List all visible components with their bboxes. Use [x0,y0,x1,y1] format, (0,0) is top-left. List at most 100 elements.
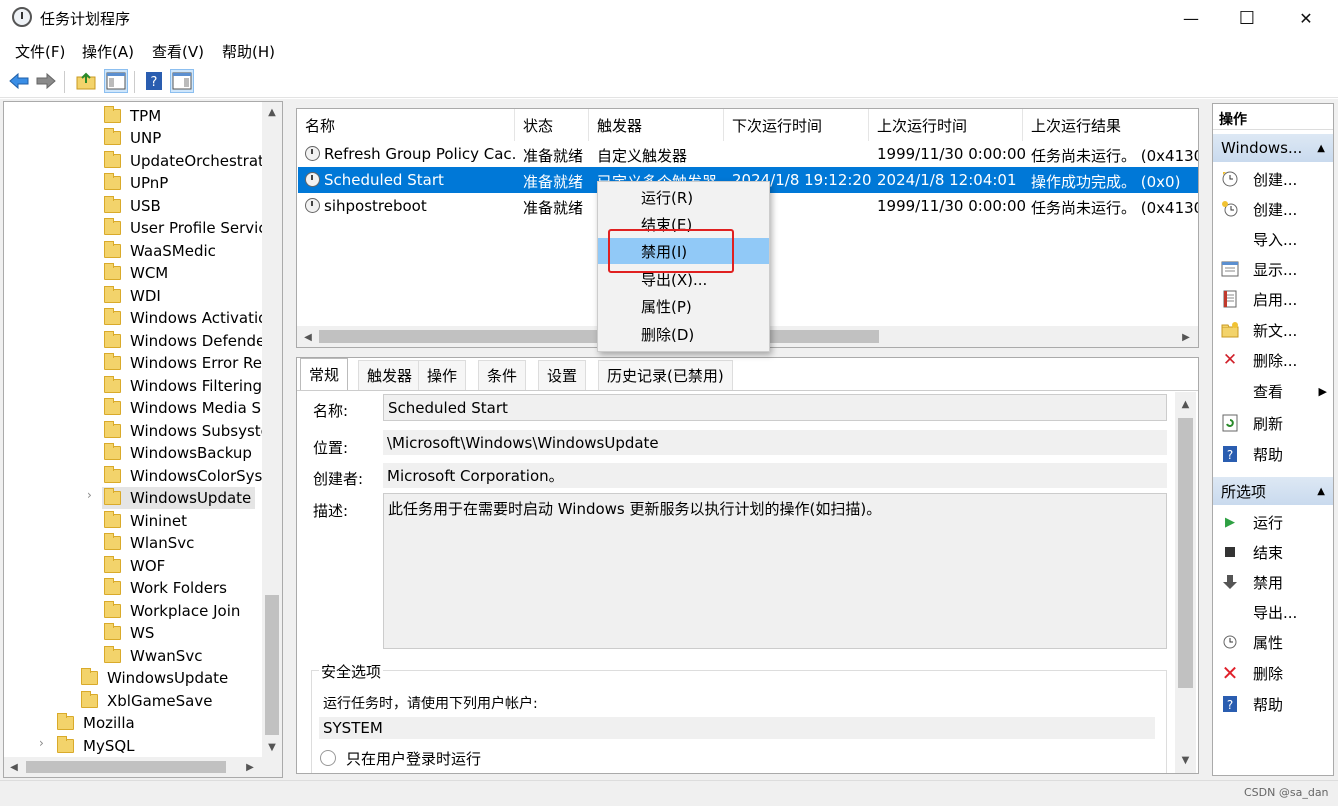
tree-item[interactable]: WindowsColorSystem [104,465,262,487]
menu-action[interactable]: 操作(A) [82,41,134,62]
forward-arrow-icon[interactable] [34,69,58,93]
tree-item-label: Windows Activation [130,309,262,327]
expand-chevron-icon[interactable]: › [87,488,92,502]
tree-item[interactable]: WwanSvc [104,645,202,667]
scroll-thumb[interactable] [1178,418,1193,688]
column-header-last-result[interactable]: 上次运行结果 [1023,109,1198,141]
tree-vertical-scrollbar[interactable]: ▲ ▼ [262,102,282,757]
action-end[interactable]: 结束 [1221,539,1283,565]
action-delete[interactable]: ✕ 删除 [1221,660,1283,686]
action-run[interactable]: ▶ 运行 [1221,509,1283,535]
tree-item[interactable]: Windows Media Sharing [104,397,262,419]
tree-item[interactable]: WOF [104,555,165,577]
tab-history[interactable]: 历史记录(已禁用) [598,360,733,390]
action-pane-icon[interactable] [170,69,194,93]
tree-item[interactable]: Windows Subsystem [104,420,262,442]
tree-item[interactable]: Windows Error Reporting [104,352,262,374]
column-header-next-run[interactable]: 下次运行时间 [724,109,869,141]
menu-help[interactable]: 帮助(H) [222,41,275,62]
expand-chevron-icon[interactable]: › [39,736,44,750]
tree-item[interactable]: Windows Activation [104,307,262,329]
tree-horizontal-scrollbar[interactable]: ◀ ▶ [4,757,282,777]
task-row[interactable]: Refresh Group Policy Cac... 准备就绪 自定义触发器 … [298,141,1198,167]
collapse-arrow-icon[interactable]: ▲ [1317,143,1325,154]
column-header-trigger[interactable]: 触发器 [589,109,724,141]
tree-item[interactable]: Workplace Join [104,600,240,622]
context-run[interactable]: 运行(R) [598,184,769,210]
tree-item[interactable]: USB [104,195,161,217]
tree-item[interactable]: Mozilla [57,712,135,734]
action-help[interactable]: ? 帮助 [1221,441,1283,467]
tree-item[interactable]: WindowsUpdate [81,667,228,689]
column-header-last-run[interactable]: 上次运行时间 [869,109,1023,141]
action-export[interactable]: 导出... [1221,599,1297,625]
tree-item[interactable]: UpdateOrchestrator [104,150,279,172]
tree-item[interactable]: Windows Defender [104,330,262,352]
help-icon[interactable]: ? [142,69,166,93]
tree-item[interactable]: WlanSvc [104,532,194,554]
context-properties[interactable]: 属性(P) [598,293,769,319]
tree-item[interactable]: WS [104,622,154,644]
detail-vertical-scrollbar[interactable]: ▲ ▼ [1175,392,1196,773]
tab-general[interactable]: 常规 [300,358,349,390]
tree-item[interactable]: WCM [104,262,168,284]
tree-item[interactable]: WaaSMedic [104,240,216,262]
tab-actions[interactable]: 操作 [418,360,467,390]
scroll-thumb[interactable] [265,595,279,735]
action-delete-folder[interactable]: ✕ 删除... [1221,347,1297,373]
scroll-down-arrow-icon[interactable]: ▼ [262,739,282,755]
action-import[interactable]: 导入... [1221,226,1297,252]
tree-item[interactable]: TPM [104,105,161,127]
tree-item[interactable]: WindowsBackup [104,442,252,464]
folder-up-icon[interactable] [74,69,98,93]
back-arrow-icon[interactable] [7,69,31,93]
actions-section-windows[interactable]: Windows... ▲ [1213,134,1333,162]
scroll-down-arrow-icon[interactable]: ▼ [1177,752,1194,768]
action-disable[interactable]: 禁用 [1221,569,1283,595]
action-properties[interactable]: 属性 [1221,629,1283,655]
action-new-folder[interactable]: 新文... [1221,317,1297,343]
scroll-thumb[interactable] [26,761,226,773]
action-create-task[interactable]: 创建... [1221,196,1297,222]
description-field[interactable]: 此任务用于在需要时启动 Windows 更新服务以执行计划的操作(如扫描)。 [383,493,1167,649]
action-help-selected[interactable]: ? 帮助 [1221,691,1283,717]
tree-item[interactable]: Wininet [104,510,187,532]
close-button[interactable]: ✕ [1277,0,1335,36]
column-header-name[interactable]: 名称 [297,109,515,141]
logon-radio[interactable] [320,750,336,766]
console-tree-icon[interactable] [104,69,128,93]
name-field[interactable]: Scheduled Start [383,394,1167,421]
action-refresh[interactable]: 刷新 [1221,410,1283,436]
context-delete[interactable]: 删除(D) [598,321,769,347]
action-enable-history[interactable]: 启用... [1221,286,1297,312]
tab-triggers[interactable]: 触发器 [358,360,422,390]
menu-file[interactable]: 文件(F) [15,41,65,62]
scroll-right-arrow-icon[interactable]: ▶ [1178,329,1194,345]
scroll-right-arrow-icon[interactable]: ▶ [242,759,258,775]
column-header-status[interactable]: 状态 [515,109,589,141]
tree-item-selected[interactable]: WindowsUpdate [102,487,256,509]
action-create-basic-task[interactable]: 创建... [1221,166,1297,192]
scroll-up-arrow-icon[interactable]: ▲ [262,104,282,120]
scroll-left-arrow-icon[interactable]: ◀ [6,759,22,775]
collapse-arrow-icon[interactable]: ▲ [1317,486,1325,497]
menu-view[interactable]: 查看(V) [152,41,204,62]
tree-item[interactable]: User Profile Service [104,217,276,239]
tree-item[interactable]: MySQL [57,735,135,757]
window-title: 任务计划程序 [40,10,131,28]
scroll-left-arrow-icon[interactable]: ◀ [300,329,316,345]
action-view[interactable]: 查看 ▶ [1221,378,1327,404]
tree-item[interactable]: UPnP [104,172,168,194]
tree-item[interactable]: XblGameSave [81,690,212,712]
actions-section-selected[interactable]: 所选项 ▲ [1213,477,1333,505]
minimize-button[interactable]: — [1162,0,1220,36]
scroll-up-arrow-icon[interactable]: ▲ [1177,396,1194,412]
tab-settings[interactable]: 设置 [538,360,587,390]
action-display-running[interactable]: 显示... [1221,256,1297,282]
tree-item[interactable]: UNP [104,127,161,149]
tree-item[interactable]: WDI [104,285,161,307]
maximize-button[interactable]: ☐ [1218,0,1276,36]
tree-item[interactable]: Work Folders [104,577,227,599]
tab-conditions[interactable]: 条件 [478,360,527,390]
tree-item[interactable]: Windows Filtering Platform [104,375,262,397]
